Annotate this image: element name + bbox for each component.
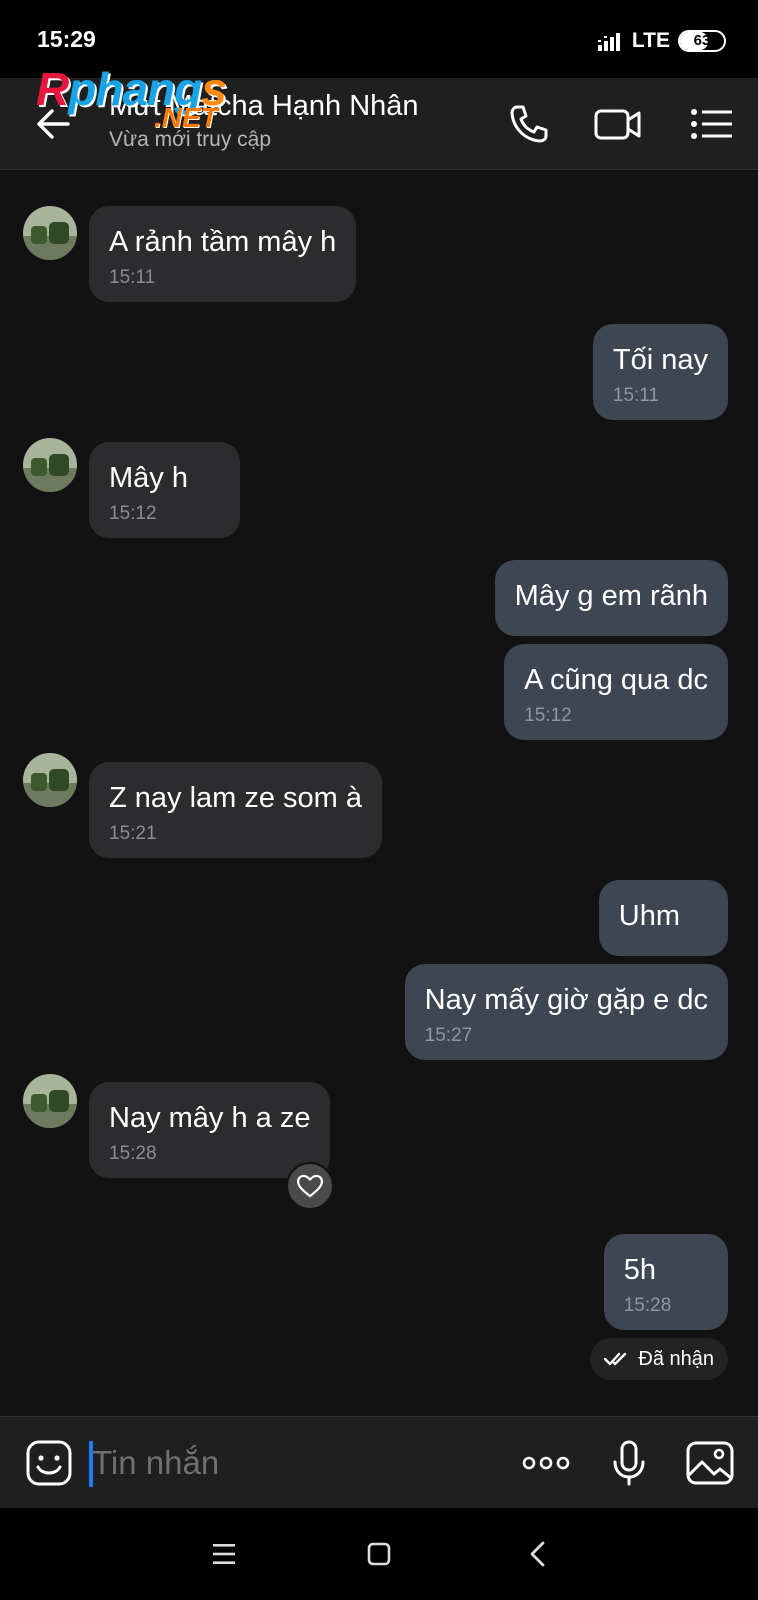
message-time: 15:28 [109,1143,157,1164]
more-options-icon[interactable] [520,1437,572,1489]
message-input[interactable] [88,1437,488,1489]
message-time: 15:21 [109,823,157,844]
microphone-icon[interactable] [603,1437,655,1489]
contact-name[interactable]: Mứt Matcha Hạnh Nhân [109,90,419,123]
sticker-icon[interactable] [23,1437,75,1489]
message-text: A cũng qua dc [524,664,708,696]
image-icon[interactable] [684,1437,736,1489]
double-check-icon [604,1352,627,1366]
message-bubble-outgoing[interactable]: Uhm [598,880,728,956]
message-text: Z nay lam ze som à [109,782,363,814]
contact-avatar[interactable] [23,753,77,807]
message-list[interactable]: A rảnh tầm mây h 15:11 Tối nay 15:11 Mây… [0,170,758,1416]
battery-level: 63 [693,32,711,49]
contact-avatar[interactable] [23,1074,77,1128]
message-time: 15:27 [424,1025,473,1046]
message-bubble-outgoing[interactable]: A cũng qua dc 15:12 [504,644,728,740]
message-bubble-incoming[interactable]: Nay mây h a ze 15:28 [89,1082,331,1178]
signal-icon [597,33,620,51]
status-bar: 15:29 LTE 63 [0,0,758,78]
home-icon[interactable] [357,1532,401,1576]
message-composer [0,1416,758,1508]
message-bubble-outgoing[interactable]: Tối nay 15:11 [592,324,728,420]
heart-reaction-icon[interactable] [286,1162,334,1210]
message-time: 15:28 [623,1295,672,1316]
message-bubble-incoming[interactable]: A rảnh tầm mây h 15:11 [89,206,357,302]
message-bubble-incoming[interactable]: Z nay lam ze som à 15:21 [89,762,383,858]
message-text: Mây g em rãnh [514,580,708,612]
message-time: 15:12 [524,705,572,726]
message-time: 15:12 [109,503,157,524]
phone-icon[interactable] [503,98,555,150]
system-back-icon[interactable] [517,1532,561,1576]
back-arrow-icon[interactable] [30,100,78,148]
message-text: Tối nay [612,344,708,376]
contact-avatar[interactable] [23,438,77,492]
network-type: LTE [631,29,670,52]
chat-header: Mứt Matcha Hạnh Nhân Vừa mới truy cập Rp… [0,63,758,170]
message-time: 15:11 [109,267,156,288]
message-bubble-outgoing[interactable]: 5h 15:28 [603,1234,728,1330]
delivery-status-badge: Đã nhận [590,1338,728,1380]
status-icons: LTE 63 [597,26,726,56]
message-text: Mây h [109,462,188,494]
video-call-icon[interactable] [592,98,644,150]
message-text: Nay mây h a ze [109,1102,311,1134]
menu-list-icon[interactable] [686,98,738,150]
message-bubble-outgoing[interactable]: Nay mấy giờ gặp e dc 15:27 [404,964,728,1060]
message-bubble-incoming[interactable]: Mây h 15:12 [89,442,240,538]
message-text: A rảnh tầm mây h [109,226,337,258]
delivery-status-text: Đã nhận [638,1347,714,1370]
battery-icon: 63 [678,30,726,52]
system-navigation-bar [0,1508,758,1600]
message-text: 5h [623,1254,656,1286]
message-time: 15:11 [612,385,660,406]
contact-avatar[interactable] [23,206,77,260]
message-text: Nay mấy giờ gặp e dc [424,984,708,1016]
recent-apps-icon[interactable] [202,1532,246,1576]
status-time: 15:29 [37,26,96,52]
message-text: Uhm [618,900,680,932]
message-bubble-outgoing[interactable]: Mây g em rãnh [494,560,728,636]
contact-status: Vừa mới truy cập [109,128,272,151]
